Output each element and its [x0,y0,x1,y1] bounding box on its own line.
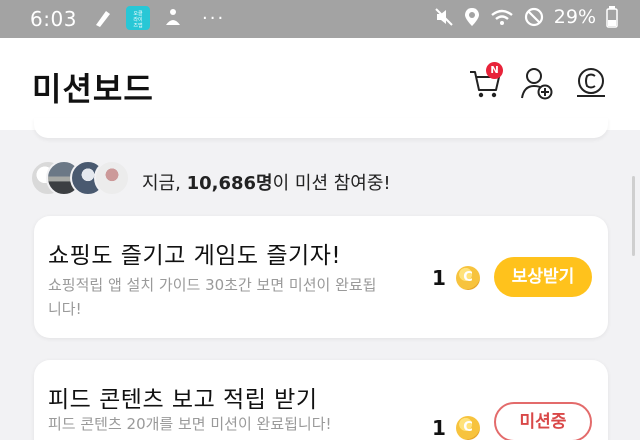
battery-icon [606,6,618,28]
participant-suffix: 이 미션 참여중! [272,173,391,194]
notification-icons: 오클 라이 즈앱 ··· [92,6,225,30]
meditation-icon [162,7,184,29]
scrollbar[interactable] [632,176,635,256]
participant-prefix: 지금, [142,173,187,194]
mission-card[interactable]: 쇼핑도 즐기고 게임도 즐기자! 쇼핑적립 앱 설치 가이드 30초간 보면 미… [34,216,608,338]
app-header: 미션보드 N [0,38,640,130]
previous-card [34,118,608,138]
mission-reward: 1 [432,266,446,290]
mission-description: 피드 콘텐츠 20개를 보면 미션이 완료됩니다! [48,415,332,433]
point-history-icon[interactable] [574,66,608,100]
avatar [94,160,130,196]
participant-count: 10,686명 [186,173,273,194]
page-title: 미션보드 [32,70,154,108]
coin-icon: C [456,416,480,440]
do-not-disturb-icon [524,7,544,27]
mission-description: 쇼핑적립 앱 설치 가이드 30초간 보면 미션이 완료됩니다! [48,276,377,318]
mute-icon [434,7,454,27]
system-icons: 29% [434,6,618,28]
add-friend-icon[interactable] [520,66,554,100]
mission-card[interactable]: 피드 콘텐츠 보고 적립 받기 피드 콘텐츠 20개를 보면 미션이 완료됩니다… [34,360,608,440]
mission-title: 쇼핑도 즐기고 게임도 즐기자! [48,243,342,269]
mission-in-progress-button[interactable]: 미션중 [494,402,592,440]
location-icon [464,7,480,27]
battery-percent: 29% [553,6,596,28]
mission-reward: 1 [432,416,446,440]
mission-title: 피드 콘텐츠 보고 적립 받기 [48,387,318,413]
cart-badge: N [486,62,503,79]
app-notification-icon: 오클 라이 즈앱 [126,6,150,30]
status-bar: 6:03 오클 라이 즈앱 ··· 29% [0,0,640,38]
coin-icon: C [456,266,480,290]
status-time: 6:03 [30,7,77,31]
wifi-icon [490,7,514,27]
pen-icon [92,7,114,29]
participant-count-text: 지금, 10,686명이 미션 참여중! [142,169,391,195]
claim-reward-button[interactable]: 보상받기 [494,257,592,297]
more-notifications-icon: ··· [202,7,226,29]
